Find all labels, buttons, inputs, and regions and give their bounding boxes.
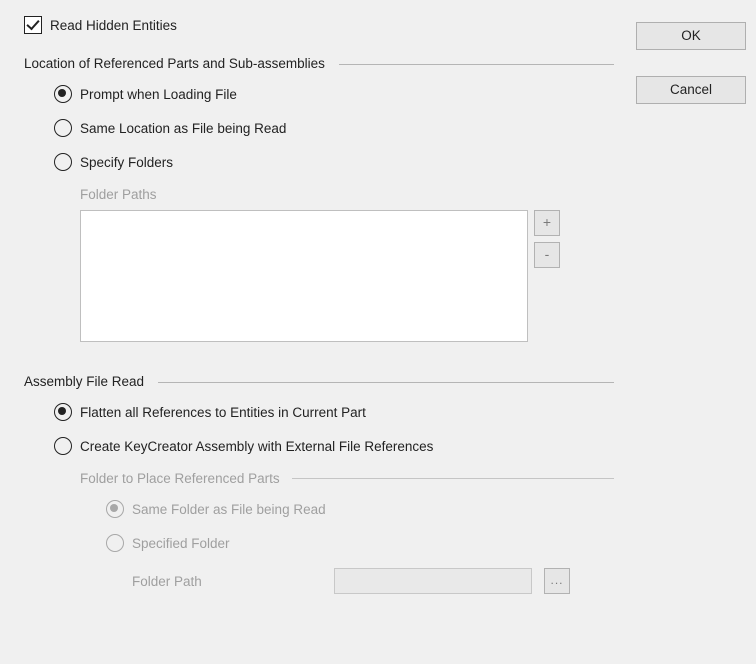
radio-same-folder xyxy=(106,500,124,518)
divider xyxy=(339,64,614,65)
folder-path-input xyxy=(334,568,532,594)
group-location-title: Location of Referenced Parts and Sub-ass… xyxy=(24,56,325,71)
cancel-button[interactable]: Cancel xyxy=(636,76,746,104)
radio-specified-folder-label: Specified Folder xyxy=(132,536,230,551)
remove-folder-button[interactable]: - xyxy=(534,242,560,268)
radio-same-location[interactable] xyxy=(54,119,72,137)
folder-paths-listbox[interactable] xyxy=(80,210,528,342)
radio-create-assembly[interactable] xyxy=(54,437,72,455)
radio-specify-folders[interactable] xyxy=(54,153,72,171)
folder-path-label: Folder Path xyxy=(132,574,322,589)
divider xyxy=(292,478,614,479)
radio-flatten-label: Flatten all References to Entities in Cu… xyxy=(80,405,366,420)
divider xyxy=(158,382,614,383)
sub-group-title: Folder to Place Referenced Parts xyxy=(80,471,280,486)
read-hidden-label: Read Hidden Entities xyxy=(50,18,177,33)
radio-flatten[interactable] xyxy=(54,403,72,421)
radio-create-label: Create KeyCreator Assembly with External… xyxy=(80,439,433,454)
radio-same-folder-label: Same Folder as File being Read xyxy=(132,502,326,517)
radio-specified-folder xyxy=(106,534,124,552)
ok-button[interactable]: OK xyxy=(636,22,746,50)
radio-prompt-loading[interactable] xyxy=(54,85,72,103)
browse-button: ... xyxy=(544,568,570,594)
add-folder-button[interactable]: + xyxy=(534,210,560,236)
radio-prompt-label: Prompt when Loading File xyxy=(80,87,237,102)
radio-specify-label: Specify Folders xyxy=(80,155,173,170)
read-hidden-checkbox[interactable] xyxy=(24,16,42,34)
radio-same-label: Same Location as File being Read xyxy=(80,121,286,136)
folder-paths-label: Folder Paths xyxy=(80,187,614,202)
group-assembly-title: Assembly File Read xyxy=(24,374,144,389)
